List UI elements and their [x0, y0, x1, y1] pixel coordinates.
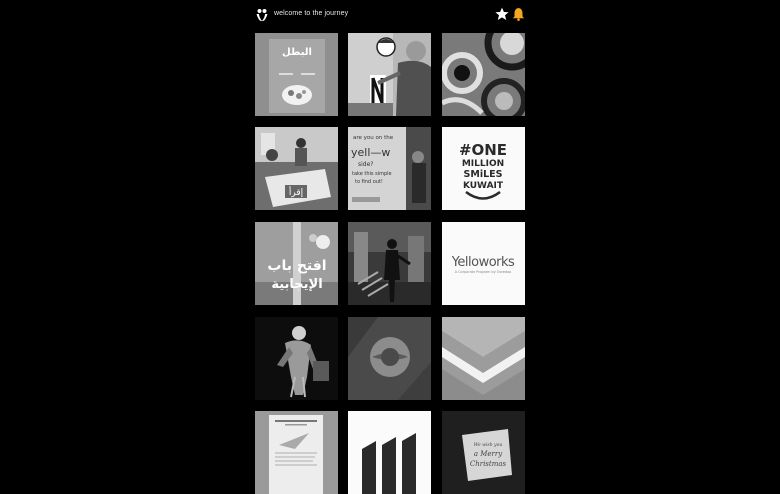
reading-arabic-text: إقرأ [289, 186, 303, 198]
grid-tile[interactable] [348, 222, 431, 305]
card-line-3: Christmas [470, 460, 507, 468]
grid-tile[interactable] [348, 411, 431, 494]
dark-character-art-image [255, 317, 338, 400]
sign-line-4: take this simple [352, 171, 392, 177]
grid-tile[interactable] [255, 317, 338, 400]
card-line-2: a Merry [474, 450, 503, 458]
paper-plane-document-image [255, 411, 338, 494]
grid-tile[interactable] [442, 317, 525, 400]
one-million-smiles-logo-image: #ONE MILLION SMiLES KUWAIT [442, 127, 525, 210]
grid-tile[interactable] [348, 33, 431, 116]
logo-line-4: KUWAIT [463, 181, 504, 191]
card-line-1: We wish you [474, 442, 503, 448]
door-line-1: افتح باب [267, 258, 326, 274]
yellow-side-sign-image: are you on the yell—w side? take this si… [348, 127, 431, 210]
sign-line-2: yell—w [351, 146, 390, 159]
bell-icon[interactable] [512, 7, 525, 21]
grid-tile[interactable] [442, 33, 525, 116]
grid-tile[interactable]: Yelloworks A Corporate Program by Ooredo… [442, 222, 525, 305]
grid-tile[interactable] [255, 411, 338, 494]
star-icon[interactable] [495, 7, 509, 21]
grid-tile[interactable] [348, 317, 431, 400]
yelloworks-subtitle: A Corporate Program by Ooredoo [455, 270, 512, 274]
grid-tile[interactable]: افتح باب الإيجابية [255, 222, 338, 305]
top-header: welcome to the journey [255, 7, 525, 24]
sign-line-1: are you on the [353, 135, 394, 141]
grid-tile[interactable]: #ONE MILLION SMiLES KUWAIT [442, 127, 525, 210]
yelloworks-logo-image: Yelloworks A Corporate Program by Ooredo… [442, 222, 525, 305]
page-title: welcome to the journey [274, 10, 349, 17]
people-logo-icon[interactable] [255, 8, 269, 22]
silhouette-gallery-image [348, 222, 431, 305]
booth-reading-sign-image: إقرأ [255, 127, 338, 210]
sign-line-3: side? [358, 161, 373, 168]
bar-columns-graphic-image [348, 411, 431, 494]
geometric-chevron-image [442, 317, 525, 400]
sign-line-5: to find out! [355, 179, 383, 185]
grid-tile[interactable]: إقرأ [255, 127, 338, 210]
yelloworks-title: Yelloworks [451, 255, 515, 270]
circle-flag-photo-image [348, 317, 431, 400]
logo-line-2: MILLION [462, 159, 504, 169]
brand-arabic-text: البطل [282, 47, 312, 58]
grid-tile[interactable]: are you on the yell—w side? take this si… [348, 127, 431, 210]
swirl-mural-image [442, 33, 525, 116]
door-line-2: الإيجابية [271, 277, 322, 292]
grid-tile[interactable]: We wish you a Merry Christmas [442, 411, 525, 494]
grid-tile[interactable]: البطل [255, 33, 338, 116]
man-painting-wall-image [348, 33, 431, 116]
merry-christmas-card-image: We wish you a Merry Christmas [442, 411, 525, 494]
logo-line-1: #ONE [459, 141, 507, 159]
arabic-brand-poster-image: البطل [255, 33, 338, 116]
logo-line-3: SMiLES [464, 169, 503, 180]
arabic-positive-door-image: افتح باب الإيجابية [255, 222, 338, 305]
